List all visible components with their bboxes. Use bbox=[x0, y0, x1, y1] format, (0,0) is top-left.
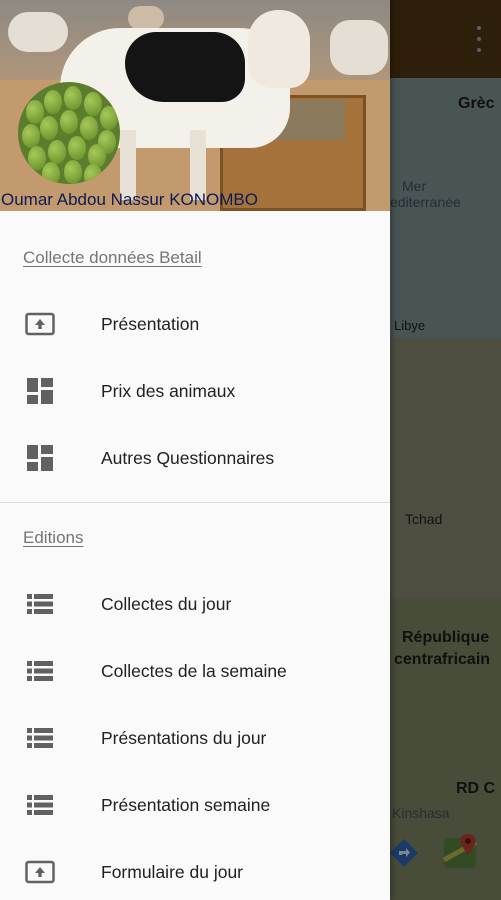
menu-item-prix-des-animaux[interactable]: Prix des animaux bbox=[0, 363, 390, 419]
dashboard-icon bbox=[25, 445, 55, 471]
drawer-header: Oumar Abdou Nassur KONOMBO bbox=[0, 0, 390, 211]
menu-item-collectes-du-jour[interactable]: Collectes du jour bbox=[0, 576, 390, 632]
menu-item-presentation[interactable]: Présentation bbox=[0, 296, 390, 352]
section-title-editions: Editions bbox=[23, 528, 84, 547]
menu-item-formulaire-du-jour[interactable]: Formulaire du jour bbox=[0, 844, 390, 900]
list-icon bbox=[25, 659, 55, 683]
navigation-drawer: Oumar Abdou Nassur KONOMBO Collecte donn… bbox=[0, 0, 390, 900]
menu-item-label: Collectes de la semaine bbox=[101, 660, 287, 681]
menu-item-presentation-semaine[interactable]: Présentation semaine bbox=[0, 777, 390, 833]
list-icon bbox=[25, 592, 55, 616]
menu-item-label: Autres Questionnaires bbox=[101, 447, 275, 468]
menu-item-collectes-semaine[interactable]: Collectes de la semaine bbox=[0, 643, 390, 699]
menu-item-label: Prix des animaux bbox=[101, 380, 236, 401]
menu-item-label: Formulaire du jour bbox=[101, 861, 243, 882]
menu-item-autres-questionnaires[interactable]: Autres Questionnaires bbox=[0, 430, 390, 486]
menu-item-presentations-du-jour[interactable]: Présentations du jour bbox=[0, 710, 390, 766]
section-title-collecte: Collecte données Betail bbox=[23, 248, 202, 267]
menu-item-label: Présentation bbox=[101, 313, 200, 334]
user-avatar[interactable] bbox=[18, 82, 120, 184]
upload-box-icon bbox=[25, 312, 55, 336]
section-divider bbox=[0, 502, 390, 503]
menu-item-label: Présentation semaine bbox=[101, 794, 271, 815]
menu-item-label: Présentations du jour bbox=[101, 727, 267, 748]
list-icon bbox=[25, 726, 55, 750]
menu-item-label: Collectes du jour bbox=[101, 593, 232, 614]
user-name: Oumar Abdou Nassur KONOMBO bbox=[1, 190, 258, 209]
upload-box-icon bbox=[25, 860, 55, 884]
list-icon bbox=[25, 793, 55, 817]
dashboard-icon bbox=[25, 378, 55, 404]
